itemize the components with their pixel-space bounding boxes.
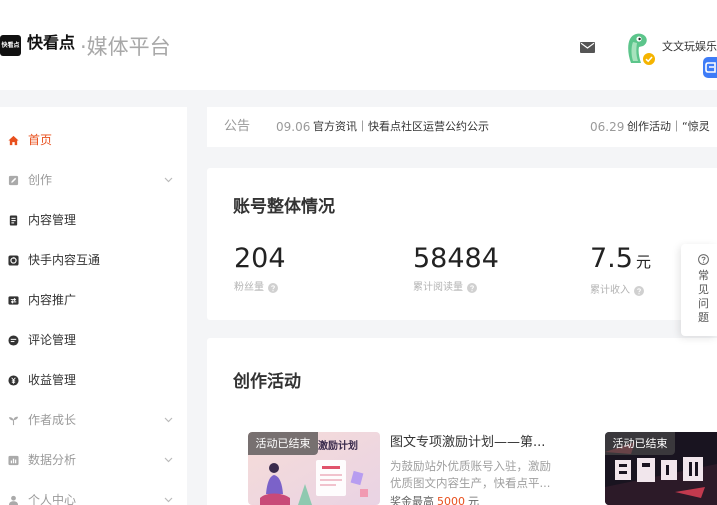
- stat-unit: 元: [635, 253, 651, 271]
- question-icon: [698, 254, 709, 265]
- chevron-down-icon[interactable]: [164, 417, 173, 423]
- income-icon: [8, 374, 19, 386]
- sidebar-item-comment-management[interactable]: 评论管理: [0, 320, 187, 360]
- help-icon[interactable]: [467, 283, 477, 293]
- document-icon: [8, 214, 19, 226]
- stat-total-reads: 58484 累计阅读量: [413, 242, 499, 295]
- chevron-down-icon[interactable]: [164, 177, 173, 183]
- notice-date: 06.29: [590, 120, 625, 134]
- notice-bar: 公告 09.06 官方资讯｜快看点社区运营公约公示 06.29 创作活动｜“惊灵: [207, 107, 717, 147]
- sidebar-item-data-analysis[interactable]: 数据分析: [0, 440, 187, 480]
- prize-unit: 元: [468, 495, 479, 505]
- comment-icon: [8, 334, 19, 346]
- activity-item[interactable]: 活动已结束: [605, 432, 717, 505]
- logo-badge-text: 快看点: [1, 42, 20, 49]
- top-header: 快看点 快看点 ·媒体平台 文文玩娱乐: [0, 0, 717, 90]
- activity-item[interactable]: 激励计划 活动已结束 图文专项激励计划——第... 为鼓励站外优质账号入驻，激励…: [248, 432, 560, 505]
- stat-value: 7.5: [590, 243, 633, 274]
- prize-amount: 5000: [437, 495, 465, 505]
- chart-icon: [8, 455, 19, 466]
- sidebar-item-kuaishou-sync[interactable]: 快手内容互通: [0, 240, 187, 280]
- help-icon[interactable]: [268, 283, 278, 293]
- promote-icon: [8, 295, 19, 306]
- sidebar-item-label: 收益管理: [28, 373, 77, 387]
- activity-title[interactable]: 图文专项激励计划——第...: [390, 434, 545, 452]
- sidebar-item-income-management[interactable]: 收益管理: [0, 360, 187, 400]
- sidebar-item-label: 作者成长: [28, 413, 77, 427]
- stat-label-row: 粉丝量: [234, 281, 286, 295]
- user-icon: [8, 495, 19, 505]
- stat-value-row: 7.5 元: [590, 242, 651, 279]
- edit-icon: [8, 175, 19, 186]
- sidebar-item-label: 内容管理: [28, 213, 77, 227]
- user-name[interactable]: 文文玩娱乐: [662, 40, 717, 54]
- status-badge: 活动已结束: [605, 432, 675, 455]
- sidebar-item-label: 快手内容互通: [28, 253, 101, 267]
- sidebar-item-label: 创作: [28, 173, 53, 187]
- assistant-icon[interactable]: [703, 57, 717, 78]
- activity-description: 为鼓励站外优质账号入驻，激励优质图文内容生产，快看点平...: [390, 459, 551, 490]
- stat-label: 累计收入: [590, 285, 630, 296]
- notice-link[interactable]: 创作活动｜“惊灵: [627, 107, 717, 147]
- sidebar-item-label: 内容推广: [28, 293, 77, 307]
- stat-followers: 204 粉丝量: [234, 242, 286, 295]
- sidebar-item-label: 评论管理: [28, 333, 77, 347]
- mail-icon[interactable]: [580, 42, 595, 53]
- stat-total-income: 7.5 元 累计收入: [590, 242, 651, 298]
- sidebar-item-author-growth[interactable]: 作者成长: [0, 400, 187, 440]
- prize-label: 奖金最高: [390, 495, 434, 505]
- sidebar-item-create[interactable]: 创作: [0, 160, 187, 200]
- chevron-down-icon[interactable]: [164, 457, 173, 463]
- stat-label: 粉丝量: [234, 282, 264, 293]
- notice-date: 09.06: [276, 120, 311, 134]
- account-overview-card: 账号整体情况 204 粉丝量 58484 累计阅读量 7.5 元 累计收入: [207, 168, 717, 320]
- sidebar-item-content-promotion[interactable]: 内容推广: [0, 280, 187, 320]
- activity-poster[interactable]: 活动已结束: [605, 432, 717, 505]
- sidebar-item-label: 首页: [28, 133, 53, 147]
- logo-text[interactable]: 快看点: [27, 34, 75, 52]
- status-badge: 活动已结束: [248, 432, 318, 455]
- stat-value: 204: [234, 243, 286, 274]
- logo-badge[interactable]: 快看点: [0, 35, 21, 56]
- platform-name: ·媒体平台: [80, 35, 171, 59]
- verified-badge-icon: [642, 52, 656, 66]
- stat-label-row: 累计阅读量: [413, 281, 499, 295]
- home-icon: [8, 135, 19, 146]
- faq-label: 常见问题: [698, 269, 709, 324]
- sidebar-item-label: 数据分析: [28, 453, 77, 467]
- card-title: 账号整体情况: [233, 197, 335, 217]
- chevron-down-icon[interactable]: [164, 497, 173, 503]
- stat-label: 累计阅读量: [413, 282, 463, 293]
- notice-link[interactable]: 官方资讯｜快看点社区运营公约公示: [313, 107, 489, 147]
- poster-title: 激励计划: [318, 441, 358, 452]
- sidebar: 首页 创作 内容管理 快手内容互通 内容推广 评论管理 收益管理 作者成长 数据…: [0, 107, 187, 505]
- notice-label: 公告: [224, 119, 251, 134]
- sidebar-item-label: 个人中心: [28, 493, 77, 505]
- card-title: 创作活动: [233, 372, 301, 392]
- activity-poster[interactable]: 激励计划 活动已结束: [248, 432, 380, 505]
- stat-value: 58484: [413, 243, 499, 274]
- sync-icon: [8, 254, 19, 266]
- sprout-icon: [8, 415, 19, 426]
- help-icon[interactable]: [634, 286, 644, 296]
- stat-label-row: 累计收入: [590, 284, 651, 298]
- sidebar-item-content-management[interactable]: 内容管理: [0, 200, 187, 240]
- faq-float-button[interactable]: 常见问题: [681, 244, 717, 336]
- activity-prize: 奖金最高 5000 元: [390, 495, 479, 505]
- sidebar-item-home[interactable]: 首页: [0, 120, 187, 160]
- sidebar-item-personal-center[interactable]: 个人中心: [0, 480, 187, 505]
- activities-card: 创作活动 激励计划 活动已结束 图文专项激励计划——第... 为鼓励站外优质账号…: [207, 338, 717, 505]
